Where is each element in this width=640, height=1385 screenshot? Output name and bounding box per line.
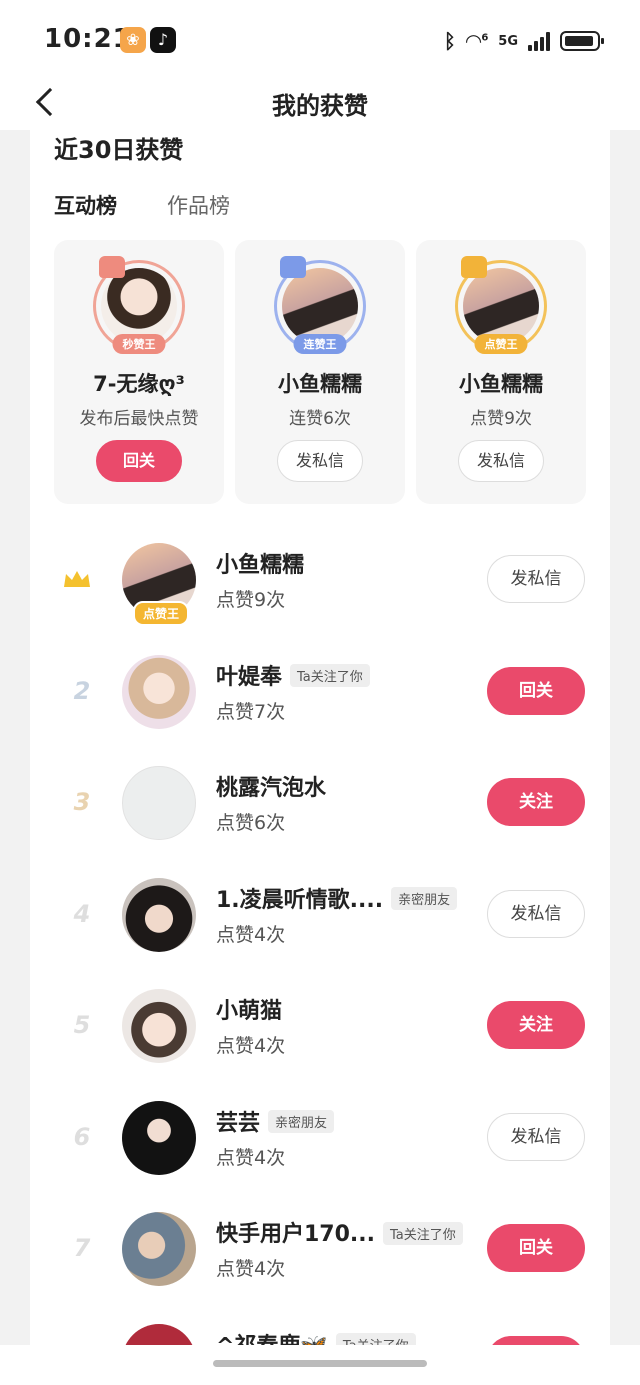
follow-button[interactable]: 关注	[487, 1001, 585, 1049]
like-count: 点赞4次	[216, 1258, 286, 1280]
like-count: 点赞4次	[216, 1146, 286, 1169]
message-button[interactable]: 发私信	[277, 440, 363, 482]
like-count: 点赞6次	[216, 812, 286, 834]
like-count: 点赞4次	[216, 1035, 286, 1057]
wifi-icon: ◠6	[465, 29, 489, 53]
rank-number: 6	[73, 1122, 91, 1151]
message-button[interactable]: 发私信	[487, 555, 585, 603]
top-three: 秒赞王 7-无缘ღ³ 发布后最快点赞 回关 连赞王 小鱼糯糯 连赞6次 发私信 …	[54, 240, 586, 504]
battery-icon	[560, 31, 604, 51]
crown-icon	[99, 256, 125, 278]
follow-back-button[interactable]	[487, 1335, 585, 1345]
top-desc: 点赞9次	[470, 409, 532, 429]
user-name[interactable]: 桃露汽泡水	[216, 770, 326, 802]
message-button[interactable]: 发私信	[487, 889, 585, 938]
signal-icon	[528, 31, 550, 51]
avatar[interactable]	[122, 654, 196, 729]
tab-interaction[interactable]: 互动榜	[54, 190, 117, 220]
message-button[interactable]: 发私信	[487, 1112, 585, 1161]
network-type: 5G	[498, 33, 518, 49]
follow-back-button[interactable]: 回关	[96, 440, 182, 482]
top-card[interactable]: 连赞王 小鱼糯糯 连赞6次 发私信	[235, 240, 405, 504]
crown-icon	[461, 256, 487, 278]
user-name[interactable]: 1.凌晨听情歌.... 亲密朋友	[216, 882, 458, 914]
user-name[interactable]: 小鱼糯糯	[216, 547, 304, 579]
top-desc: 发布后最快点赞	[79, 409, 199, 429]
list-item[interactable]: ^祁春鹿🦋Ta关注了你	[30, 1308, 610, 1345]
crown-icon	[280, 256, 306, 278]
follow-status-tag: Ta关注了你	[335, 1333, 416, 1345]
status-badge: 点赞王	[133, 601, 190, 626]
user-name[interactable]: 快手用户170... Ta关注了你	[216, 1216, 463, 1248]
likes-card: 近30日获赞 互动榜 作品榜 秒赞王 7-无缘ღ³ 发布后最快点赞 回关 连赞王…	[30, 130, 610, 1345]
user-name[interactable]: 芸芸 亲密朋友	[216, 1105, 335, 1137]
list-item[interactable]: 3 桃露汽泡水 点赞6次 关注	[30, 750, 610, 862]
avatar[interactable]	[122, 989, 196, 1063]
top-name: 小鱼糯糯	[459, 372, 543, 396]
list-item[interactable]: 点赞王 小鱼糯糯 点赞9次 发私信	[30, 527, 610, 639]
tab-works[interactable]: 作品榜	[167, 190, 230, 220]
status-time: 10:21	[44, 24, 132, 54]
avatar[interactable]	[122, 766, 196, 840]
top-card[interactable]: 点赞王 小鱼糯糯 点赞9次 发私信	[416, 240, 586, 504]
user-name[interactable]: 叶媞奉 Ta关注了你	[216, 659, 370, 691]
follow-back-button[interactable]: 回关	[487, 666, 585, 715]
list-item[interactable]: 5 小萌猫 点赞4次 关注	[30, 973, 610, 1085]
list-item[interactable]: 2 叶媞奉 Ta关注了你 点赞7次 回关	[30, 639, 610, 751]
header: 我的获赞	[0, 80, 640, 130]
user-name[interactable]: 小萌猫	[216, 993, 282, 1025]
top-desc: 连赞6次	[289, 409, 351, 429]
follow-back-button[interactable]: 回关	[487, 1224, 585, 1272]
rank-number: 5	[73, 1011, 91, 1039]
status-bar: 10:21 ❀ ♪ ᛒ ◠6 5G	[0, 0, 640, 80]
friend-tag: 亲密朋友	[391, 887, 458, 910]
top-badge: 点赞王	[474, 334, 528, 354]
list-item[interactable]: 4 1.凌晨听情歌.... 亲密朋友 点赞4次 发私信	[30, 862, 610, 974]
top-name: 7-无缘ღ³	[93, 372, 185, 396]
like-count: 点赞4次	[216, 923, 286, 946]
follow-button[interactable]: 关注	[487, 778, 585, 826]
top-card[interactable]: 秒赞王 7-无缘ღ³ 发布后最快点赞 回关	[54, 240, 224, 504]
like-count: 点赞9次	[216, 589, 286, 611]
section-title: 近30日获赞	[54, 136, 184, 164]
top-name: 小鱼糯糯	[278, 372, 362, 396]
status-icons: ᛒ ◠6 5G	[443, 26, 604, 56]
page-title: 我的获赞	[272, 92, 368, 120]
list-item[interactable]: 7 快手用户170... Ta关注了你 点赞4次 回关	[30, 1196, 610, 1308]
crown-icon	[64, 571, 90, 587]
rank-number: 7	[73, 1234, 91, 1262]
user-name[interactable]: ^祁春鹿🦋Ta关注了你	[216, 1328, 416, 1345]
rank-number: 4	[73, 899, 91, 928]
douyin-app-icon: ♪	[150, 27, 176, 53]
ranking-list: 点赞王 小鱼糯糯 点赞9次 发私信 2 叶媞奉 Ta关注了你 点赞7次 回关 3 …	[30, 527, 610, 1345]
friend-tag: 亲密朋友	[268, 1110, 335, 1133]
follow-status-tag: Ta关注了你	[383, 1221, 463, 1245]
avatar[interactable]	[122, 1323, 196, 1345]
message-button[interactable]: 发私信	[458, 440, 544, 482]
avatar[interactable]	[122, 877, 196, 952]
ranking-tabs: 互动榜 作品榜	[54, 190, 230, 220]
rank-number: 2	[73, 676, 91, 705]
notification-app-icon: ❀	[120, 27, 146, 53]
avatar[interactable]	[122, 1212, 196, 1286]
home-indicator[interactable]	[213, 1360, 427, 1367]
rank-number: 3	[73, 788, 91, 816]
list-item[interactable]: 6 芸芸 亲密朋友 点赞4次 发私信	[30, 1085, 610, 1197]
bluetooth-icon: ᛒ	[443, 29, 456, 53]
like-count: 点赞7次	[216, 700, 286, 723]
top-badge: 连赞王	[293, 334, 347, 354]
top-badge: 秒赞王	[112, 334, 166, 354]
follow-status-tag: Ta关注了你	[290, 664, 370, 687]
avatar[interactable]	[122, 1100, 196, 1175]
